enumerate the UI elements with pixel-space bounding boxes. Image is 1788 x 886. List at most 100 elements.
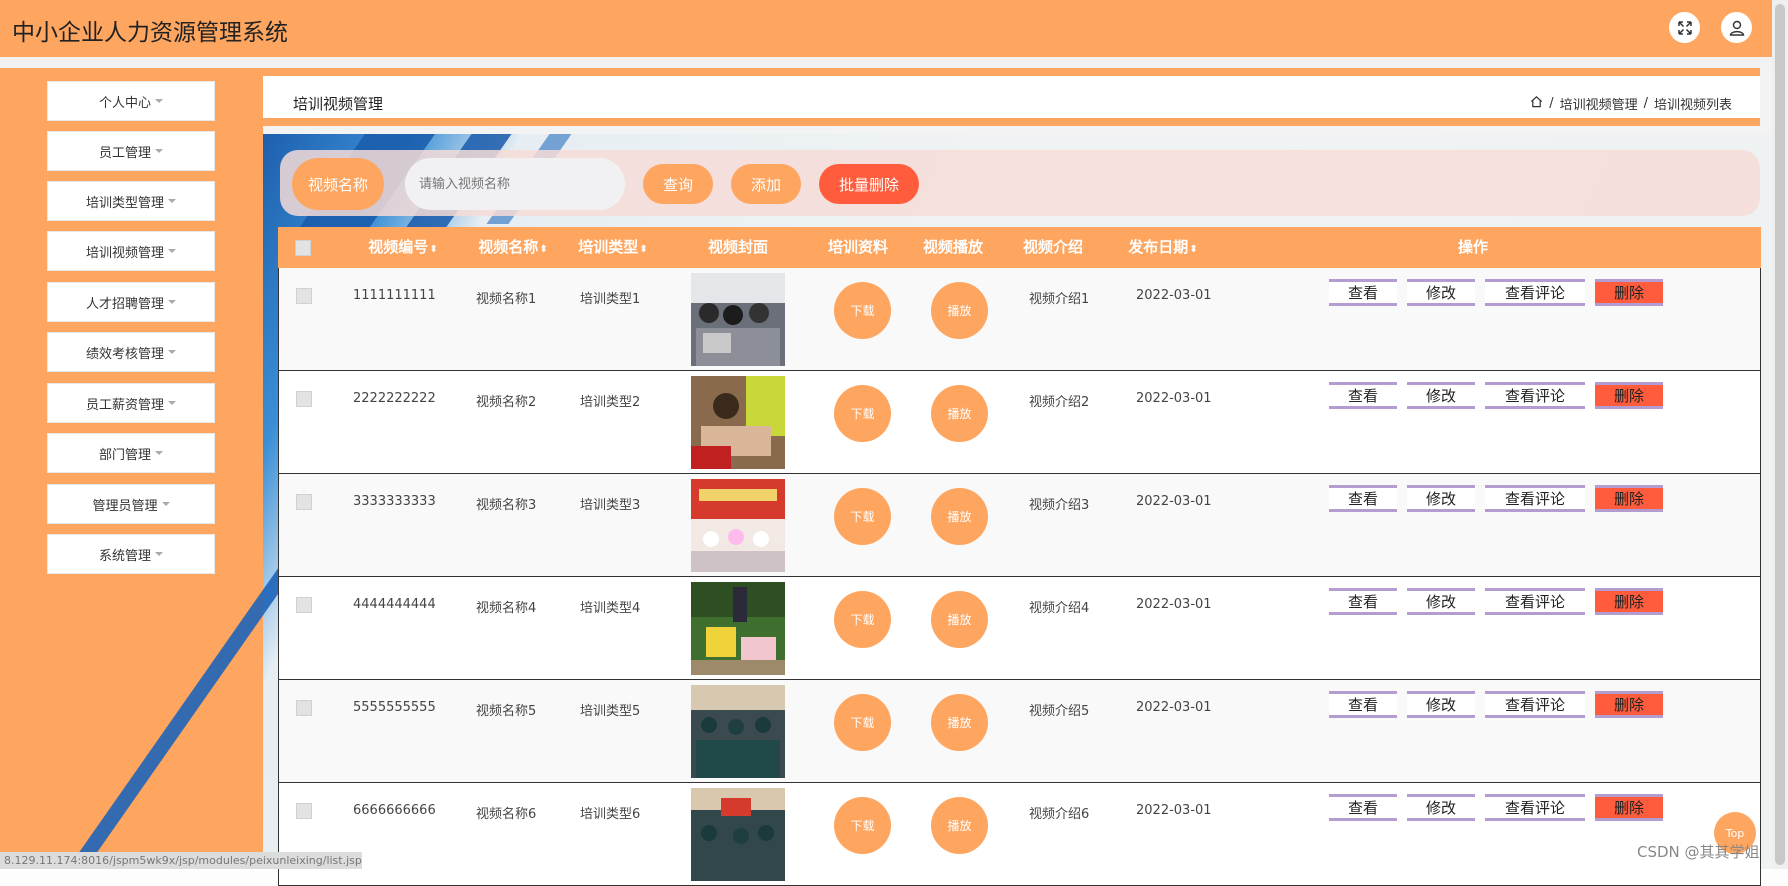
- row-checkbox[interactable]: [296, 391, 312, 407]
- video-id: 2222222222: [353, 391, 436, 406]
- batch-delete-button[interactable]: 批量删除: [819, 164, 919, 204]
- fullscreen-icon[interactable]: [1669, 12, 1700, 43]
- edit-button[interactable]: 修改: [1407, 794, 1475, 821]
- video-cover-image[interactable]: [691, 788, 785, 881]
- column-header-date[interactable]: 发布日期⬍: [1108, 227, 1218, 268]
- video-name: 视频名称2: [476, 395, 537, 410]
- view-button[interactable]: 查看: [1329, 382, 1397, 409]
- sidebar-item-employees[interactable]: 员工管理: [47, 131, 215, 171]
- column-header-video-id[interactable]: 视频编号⬍: [348, 227, 458, 268]
- delete-button[interactable]: 删除: [1595, 794, 1663, 821]
- delete-button[interactable]: 删除: [1595, 588, 1663, 615]
- user-icon[interactable]: [1721, 12, 1752, 43]
- publish-date: 2022-03-01: [1136, 494, 1212, 509]
- sort-icon: ⬍: [1189, 244, 1198, 255]
- column-header-video-name[interactable]: 视频名称⬍: [458, 227, 568, 268]
- video-intro: 视频介绍5: [1029, 704, 1090, 719]
- breadcrumb-item[interactable]: 培训视频管理: [1560, 94, 1638, 113]
- caret-down-icon: [168, 300, 176, 304]
- download-button[interactable]: 下载: [834, 385, 891, 442]
- scrollbar-thumb[interactable]: [1775, 4, 1785, 865]
- delete-button[interactable]: 删除: [1595, 279, 1663, 306]
- table-row: 3333333333 视频名称3 培训类型3 下载 播放 视频介绍3 2022-…: [278, 474, 1761, 577]
- home-icon[interactable]: [1530, 95, 1543, 112]
- view-button[interactable]: 查看: [1329, 794, 1397, 821]
- download-button[interactable]: 下载: [834, 488, 891, 545]
- table-header: 视频编号⬍ 视频名称⬍ 培训类型⬍ 视频封面 培训资料 视频播放 视频介绍 发布…: [278, 227, 1761, 268]
- training-type: 培训类型5: [580, 704, 641, 719]
- sidebar-item-performance[interactable]: 绩效考核管理: [47, 332, 215, 372]
- select-all-checkbox[interactable]: [295, 240, 311, 256]
- top-bar: 中小企业人力资源管理系统: [0, 0, 1772, 57]
- sidebar: 个人中心 员工管理 培训类型管理 培训视频管理 人才招聘管理 绩效考核管理 员工…: [0, 68, 263, 869]
- play-button[interactable]: 播放: [931, 282, 988, 339]
- sidebar-item-training-videos[interactable]: 培训视频管理: [47, 231, 215, 271]
- view-button[interactable]: 查看: [1329, 279, 1397, 306]
- edit-button[interactable]: 修改: [1407, 588, 1475, 615]
- view-comments-button[interactable]: 查看评论: [1485, 279, 1585, 306]
- delete-button[interactable]: 删除: [1595, 382, 1663, 409]
- view-comments-button[interactable]: 查看评论: [1485, 691, 1585, 718]
- row-checkbox[interactable]: [296, 288, 312, 304]
- play-button[interactable]: 播放: [931, 694, 988, 751]
- view-button[interactable]: 查看: [1329, 691, 1397, 718]
- sort-icon: ⬍: [639, 244, 648, 255]
- breadcrumb-item: 培训视频列表: [1653, 98, 1732, 113]
- table-row: 6666666666 视频名称6 培训类型6 下载 播放 视频介绍6 2022-…: [278, 783, 1761, 886]
- sidebar-item-admins[interactable]: 管理员管理: [47, 484, 215, 524]
- download-button[interactable]: 下载: [834, 797, 891, 854]
- video-cover-image[interactable]: [691, 376, 785, 469]
- caret-down-icon: [168, 350, 176, 354]
- search-input[interactable]: [405, 158, 625, 210]
- column-header-training-type[interactable]: 培训类型⬍: [568, 227, 658, 268]
- view-button[interactable]: 查看: [1329, 588, 1397, 615]
- edit-button[interactable]: 修改: [1407, 691, 1475, 718]
- video-cover-image[interactable]: [691, 685, 785, 778]
- download-button[interactable]: 下载: [834, 282, 891, 339]
- table-row: 2222222222 视频名称2 培训类型2 下载 播放 视频介绍2 2022-…: [278, 371, 1761, 474]
- play-button[interactable]: 播放: [931, 797, 988, 854]
- training-type: 培训类型3: [580, 498, 641, 513]
- delete-button[interactable]: 删除: [1595, 485, 1663, 512]
- publish-date: 2022-03-01: [1136, 597, 1212, 612]
- breadcrumb-separator: /: [1643, 96, 1648, 111]
- sidebar-item-training-types[interactable]: 培训类型管理: [47, 181, 215, 221]
- sidebar-item-recruitment[interactable]: 人才招聘管理: [47, 282, 215, 322]
- video-cover-image[interactable]: [691, 479, 785, 572]
- video-name: 视频名称6: [476, 807, 537, 822]
- row-checkbox[interactable]: [296, 597, 312, 613]
- view-comments-button[interactable]: 查看评论: [1485, 588, 1585, 615]
- view-comments-button[interactable]: 查看评论: [1485, 485, 1585, 512]
- sidebar-item-salary[interactable]: 员工薪资管理: [47, 383, 215, 423]
- view-button[interactable]: 查看: [1329, 485, 1397, 512]
- row-checkbox[interactable]: [296, 700, 312, 716]
- view-comments-button[interactable]: 查看评论: [1485, 794, 1585, 821]
- sidebar-item-personal-center[interactable]: 个人中心: [47, 81, 215, 121]
- query-button[interactable]: 查询: [643, 164, 713, 204]
- row-checkbox[interactable]: [296, 803, 312, 819]
- edit-button[interactable]: 修改: [1407, 485, 1475, 512]
- download-button[interactable]: 下载: [834, 694, 891, 751]
- play-button[interactable]: 播放: [931, 488, 988, 545]
- page-title: 培训视频管理: [293, 95, 384, 113]
- video-name: 视频名称4: [476, 601, 537, 616]
- caret-down-icon: [155, 99, 163, 103]
- video-intro: 视频介绍1: [1029, 292, 1090, 307]
- play-button[interactable]: 播放: [931, 591, 988, 648]
- video-id: 3333333333: [353, 494, 436, 509]
- row-checkbox[interactable]: [296, 494, 312, 510]
- add-button[interactable]: 添加: [731, 164, 801, 204]
- play-button[interactable]: 播放: [931, 385, 988, 442]
- edit-button[interactable]: 修改: [1407, 279, 1475, 306]
- video-cover-image[interactable]: [691, 273, 785, 366]
- training-type: 培训类型2: [580, 395, 641, 410]
- edit-button[interactable]: 修改: [1407, 382, 1475, 409]
- table-row: 4444444444 视频名称4 培训类型4 下载 播放 视频介绍4 2022-…: [278, 577, 1761, 680]
- delete-button[interactable]: 删除: [1595, 691, 1663, 718]
- sidebar-item-departments[interactable]: 部门管理: [47, 433, 215, 473]
- sidebar-item-system[interactable]: 系统管理: [47, 534, 215, 574]
- video-cover-image[interactable]: [691, 582, 785, 675]
- view-comments-button[interactable]: 查看评论: [1485, 382, 1585, 409]
- video-intro: 视频介绍3: [1029, 498, 1090, 513]
- download-button[interactable]: 下载: [834, 591, 891, 648]
